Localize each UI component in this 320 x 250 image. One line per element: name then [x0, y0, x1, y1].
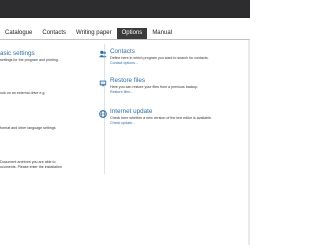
column-divider [104, 44, 105, 174]
contacts-desc: Define here in which program you want to… [110, 56, 209, 60]
basic-settings-title[interactable]: asic settings [0, 50, 35, 57]
internet-update-desc: Check here whether a new version of the … [110, 116, 212, 120]
tab-bar: Catalogue Contacts Writing paper Options… [0, 27, 250, 40]
internet-update-title[interactable]: Internet update [110, 108, 152, 115]
external-drive-desc: ook on an external drive e.g. [0, 91, 46, 95]
archive-desc-line1: Document archives you are able to [0, 160, 56, 164]
archive-desc-line2: ocuments. Please enter the installation [0, 165, 62, 169]
restore-icon [99, 80, 107, 87]
check-update-link[interactable]: Check update... [110, 121, 135, 125]
tab-options[interactable]: Options [116, 28, 148, 39]
language-desc: format and other language settings [0, 126, 56, 130]
tab-catalogue[interactable]: Catalogue [0, 28, 37, 39]
contact-options-link[interactable]: Contact options... [110, 61, 138, 65]
tab-writing-paper[interactable]: Writing paper [71, 28, 117, 39]
internet-update-icon [99, 110, 107, 118]
contacts-title[interactable]: Contacts [110, 48, 135, 55]
basic-settings-desc: settings for the program and printing. [0, 58, 59, 62]
tab-contacts[interactable]: Contacts [37, 28, 71, 39]
restore-files-title[interactable]: Restore files [110, 77, 145, 84]
restore-files-link[interactable]: Restore files... [110, 90, 133, 94]
tab-manual[interactable]: Manual [147, 28, 177, 39]
window-titlebar [0, 0, 250, 18]
scrollbar[interactable] [248, 40, 250, 245]
contacts-icon [99, 50, 107, 58]
restore-files-desc: Here you can restore your files from a p… [110, 85, 199, 89]
